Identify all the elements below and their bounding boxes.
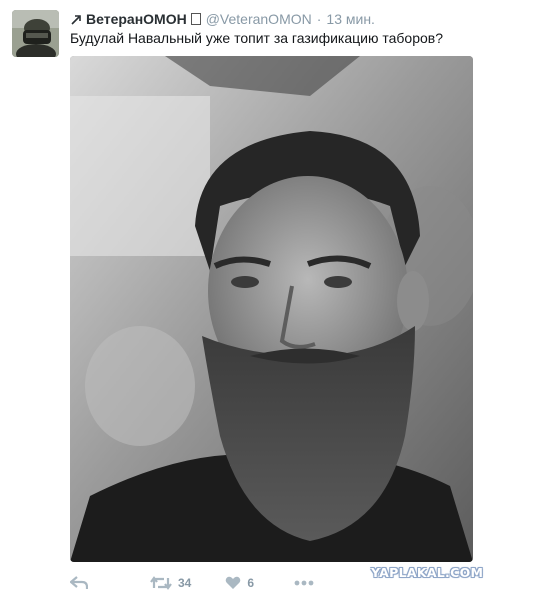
heart-icon [225, 576, 241, 590]
site-watermark: YAPLAKAL.COM [371, 565, 484, 580]
tweet-photo[interactable] [70, 56, 473, 562]
tweet-header: ВетеранОМОН @VeteranOMON · 13 мин. [71, 10, 375, 28]
more-dots-icon [294, 580, 314, 586]
retweet-count: 34 [178, 576, 192, 590]
reply-button[interactable] [70, 576, 90, 590]
tweet-card: ВетеранОМОН @VeteranOMON · 13 мин. Будул… [0, 0, 535, 604]
reply-icon [70, 576, 88, 590]
verified-badge-icon [190, 13, 201, 25]
header-separator: · [316, 11, 322, 27]
follow-arrow-icon [71, 14, 81, 25]
bearded-man-photo-icon [70, 56, 473, 562]
tweet-timestamp[interactable]: 13 мин. [326, 10, 375, 28]
retweet-icon [150, 576, 172, 590]
retweet-button[interactable]: 34 [150, 576, 191, 590]
like-count: 6 [247, 576, 255, 590]
avatar[interactable] [12, 10, 59, 57]
tweet-actions: 34 6 [70, 572, 314, 594]
like-button[interactable]: 6 [225, 576, 254, 590]
avatar-photo-icon [12, 10, 59, 57]
display-name[interactable]: ВетеранОМОН [86, 10, 187, 28]
more-button[interactable] [294, 580, 314, 586]
tweet-text: Будулай Навальный уже топит за газификац… [70, 30, 444, 46]
user-handle[interactable]: @VeteranOMON [206, 10, 312, 28]
